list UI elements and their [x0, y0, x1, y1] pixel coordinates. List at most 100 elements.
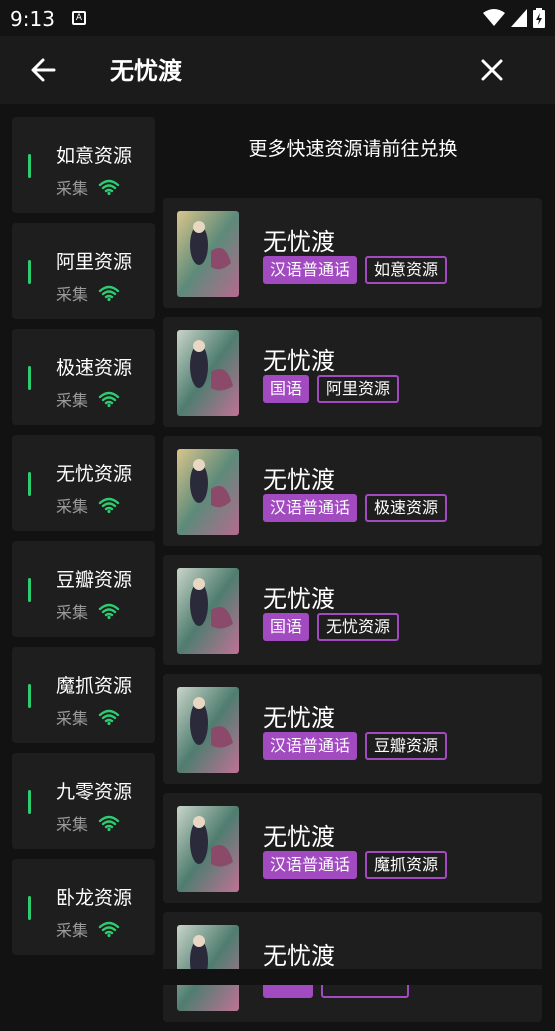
tag-row: 汉语普通话 豆瓣资源	[263, 732, 448, 760]
wifi-icon	[98, 497, 120, 513]
battery-icon	[533, 8, 545, 28]
source-sub-label: 采集	[56, 815, 89, 834]
wifi-icon	[98, 285, 120, 301]
source-tag: 魔抓资源	[365, 851, 448, 879]
wifi-icon	[98, 815, 120, 831]
indicator-bar	[28, 790, 31, 814]
wifi-icon	[98, 391, 120, 407]
source-item[interactable]: 极速资源 采集	[12, 329, 155, 425]
tag-row: 国语 阿里资源	[263, 375, 400, 403]
indicator-bar	[28, 578, 31, 602]
source-name: 阿里资源	[56, 251, 133, 273]
source-item[interactable]: 豆瓣资源 采集	[12, 541, 155, 637]
result-title: 无忧渡	[263, 823, 335, 851]
source-sub: 采集	[56, 811, 120, 835]
poster-image	[177, 330, 239, 416]
source-sub: 采集	[56, 175, 120, 199]
source-name: 豆瓣资源	[56, 569, 133, 591]
source-name: 魔抓资源	[56, 675, 133, 697]
language-tag: 汉语普通话	[263, 851, 358, 879]
source-item[interactable]: 阿里资源 采集	[12, 223, 155, 319]
source-sub-label: 采集	[56, 603, 89, 622]
source-item[interactable]: 卧龙资源 采集	[12, 859, 155, 955]
indicator-bar	[28, 260, 31, 284]
status-icons	[483, 8, 545, 28]
source-item[interactable]: 无忧资源 采集	[12, 435, 155, 531]
result-title: 无忧渡	[263, 466, 335, 494]
close-button[interactable]	[472, 50, 512, 90]
wifi-icon	[98, 179, 120, 195]
indicator-bar	[28, 154, 31, 178]
source-tag: 如意资源	[365, 256, 448, 284]
poster-image	[177, 925, 239, 1011]
notice-text[interactable]: 更多快速资源请前往兑换	[163, 134, 543, 161]
cell-signal-icon	[511, 9, 527, 27]
source-sub: 采集	[56, 281, 120, 305]
arrow-left-icon	[31, 58, 56, 82]
notification-a-icon: A	[72, 11, 86, 25]
result-title: 无忧渡	[263, 585, 335, 613]
result-title: 无忧渡	[263, 347, 335, 375]
wifi-icon	[98, 921, 120, 937]
source-sub: 采集	[56, 917, 120, 941]
source-item[interactable]: 九零资源 采集	[12, 753, 155, 849]
language-tag: 汉语普通话	[263, 256, 358, 284]
status-time: 9:13	[10, 7, 55, 31]
source-name: 卧龙资源	[56, 887, 133, 909]
source-sub-label: 采集	[56, 709, 89, 728]
source-item[interactable]: 魔抓资源 采集	[12, 647, 155, 743]
result-title: 无忧渡	[263, 228, 335, 256]
result-card[interactable]: 无忧渡 汉语普通话 极速资源	[163, 436, 542, 546]
source-sub-label: 采集	[56, 391, 89, 410]
source-sub: 采集	[56, 705, 120, 729]
status-bar: 9:13 A	[0, 0, 555, 36]
source-sub-label: 采集	[56, 179, 89, 198]
source-sub: 采集	[56, 493, 120, 517]
tag-row: 汉语普通话 如意资源	[263, 256, 448, 284]
source-name: 如意资源	[56, 145, 133, 167]
source-name: 九零资源	[56, 781, 133, 803]
indicator-bar	[28, 684, 31, 708]
source-tag: 豆瓣资源	[365, 732, 448, 760]
result-card[interactable]: 无忧渡	[163, 912, 542, 1022]
result-card[interactable]: 无忧渡 汉语普通话 魔抓资源	[163, 793, 542, 903]
app-bar: 无忧渡	[0, 36, 555, 104]
source-name: 无忧资源	[56, 463, 133, 485]
result-card[interactable]: 无忧渡 国语 无忧资源	[163, 555, 542, 665]
source-tag: 阿里资源	[317, 375, 400, 403]
result-card[interactable]: 无忧渡 汉语普通话 如意资源	[163, 198, 542, 308]
language-tag: 汉语普通话	[263, 494, 358, 522]
source-sub: 采集	[56, 599, 120, 623]
tag-row: 汉语普通话 极速资源	[263, 494, 448, 522]
poster-image	[177, 211, 239, 297]
back-button[interactable]	[28, 50, 68, 90]
bottom-edge	[0, 969, 555, 985]
poster-image	[177, 806, 239, 892]
source-tag: 无忧资源	[317, 613, 400, 641]
tag-row: 汉语普通话 魔抓资源	[263, 851, 448, 879]
close-icon	[481, 59, 503, 81]
source-sidebar: 如意资源 采集 阿里资源 采集 极速资源 采集 无忧资源 采集 豆瓣资源 采集 …	[12, 117, 155, 965]
indicator-bar	[28, 472, 31, 496]
source-name: 极速资源	[56, 357, 133, 379]
poster-image	[177, 568, 239, 654]
source-sub: 采集	[56, 387, 120, 411]
result-title: 无忧渡	[263, 942, 335, 970]
indicator-bar	[28, 366, 31, 390]
language-tag: 国语	[263, 375, 310, 403]
result-list: 无忧渡 汉语普通话 如意资源 无忧渡 国语 阿里资源 无忧渡 汉语普通话 极速资…	[163, 198, 543, 1031]
result-title: 无忧渡	[263, 704, 335, 732]
content-area: 如意资源 采集 阿里资源 采集 极速资源 采集 无忧资源 采集 豆瓣资源 采集 …	[0, 104, 555, 1022]
tag-row: 国语 无忧资源	[263, 613, 400, 641]
poster-image	[177, 687, 239, 773]
poster-image	[177, 449, 239, 535]
source-tag: 极速资源	[365, 494, 448, 522]
result-card[interactable]: 无忧渡 汉语普通话 豆瓣资源	[163, 674, 542, 784]
result-card[interactable]: 无忧渡 国语 阿里资源	[163, 317, 542, 427]
source-item[interactable]: 如意资源 采集	[12, 117, 155, 213]
wifi-status-icon	[483, 9, 505, 26]
indicator-bar	[28, 896, 31, 920]
language-tag: 汉语普通话	[263, 732, 358, 760]
source-sub-label: 采集	[56, 497, 89, 516]
wifi-icon	[98, 709, 120, 725]
